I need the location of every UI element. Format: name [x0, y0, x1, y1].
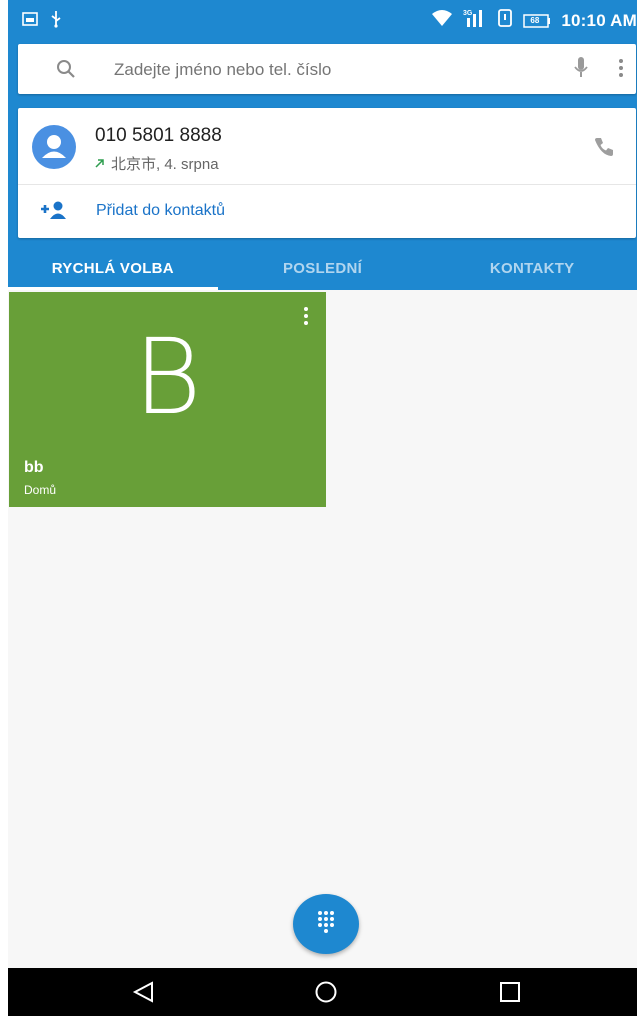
- recent-apps-icon[interactable]: [499, 981, 521, 1008]
- usb-icon: [50, 10, 62, 33]
- navigation-bar: [8, 968, 637, 1016]
- speed-dial-tile[interactable]: B bb Domů: [9, 292, 326, 507]
- tile-overflow-menu-icon[interactable]: [303, 306, 309, 331]
- outgoing-call-arrow-icon: [95, 156, 105, 171]
- back-icon[interactable]: [132, 981, 156, 1008]
- phone-number: 010 5801 8888: [95, 125, 222, 146]
- status-bar: 3G 68 10:10 AM: [8, 0, 637, 46]
- svg-text:3G: 3G: [463, 10, 473, 17]
- add-person-icon: [40, 200, 68, 225]
- call-details: 北京市, 4. srpna: [95, 153, 219, 174]
- search-result-card: 010 5801 8888 北京市, 4. srpna Přidat do ko…: [18, 108, 636, 238]
- dialpad-icon: [316, 910, 336, 939]
- tab-recent[interactable]: POSLEDNÍ: [218, 248, 428, 290]
- search-icon: [56, 59, 76, 84]
- add-contact-button[interactable]: Přidat do kontaktů: [18, 185, 636, 238]
- home-icon[interactable]: [314, 981, 338, 1008]
- sim-icon: [22, 12, 38, 31]
- signal-icon: 3G: [463, 8, 487, 33]
- dialpad-button[interactable]: [293, 894, 359, 954]
- avatar-icon: [32, 125, 76, 169]
- contact-number-label: Domů: [24, 483, 57, 497]
- contact-initial: B: [133, 316, 202, 438]
- wifi-icon: [431, 9, 453, 32]
- search-input[interactable]: Zadejte jméno nebo tel. číslo: [114, 60, 331, 80]
- overflow-menu-icon[interactable]: [618, 58, 624, 83]
- mic-icon[interactable]: [573, 56, 589, 85]
- battery-icon: 68: [523, 13, 551, 28]
- phone-icon[interactable]: [592, 135, 616, 164]
- add-contact-label: Přidat do kontaktů: [96, 202, 225, 219]
- tab-speed-dial[interactable]: RYCHLÁ VOLBA: [8, 248, 218, 290]
- clock: 10:10 AM: [561, 10, 637, 30]
- contact-name: bb: [24, 459, 44, 476]
- tab-contacts[interactable]: KONTAKTY: [427, 248, 637, 290]
- screen-edge: [0, 0, 8, 1016]
- notification-icon: [497, 9, 513, 32]
- battery-level: 68: [530, 15, 540, 25]
- tab-bar: RYCHLÁ VOLBA POSLEDNÍ KONTAKTY: [8, 248, 637, 290]
- call-location-date: 北京市, 4. srpna: [111, 156, 219, 173]
- search-bar[interactable]: Zadejte jméno nebo tel. číslo: [18, 44, 636, 94]
